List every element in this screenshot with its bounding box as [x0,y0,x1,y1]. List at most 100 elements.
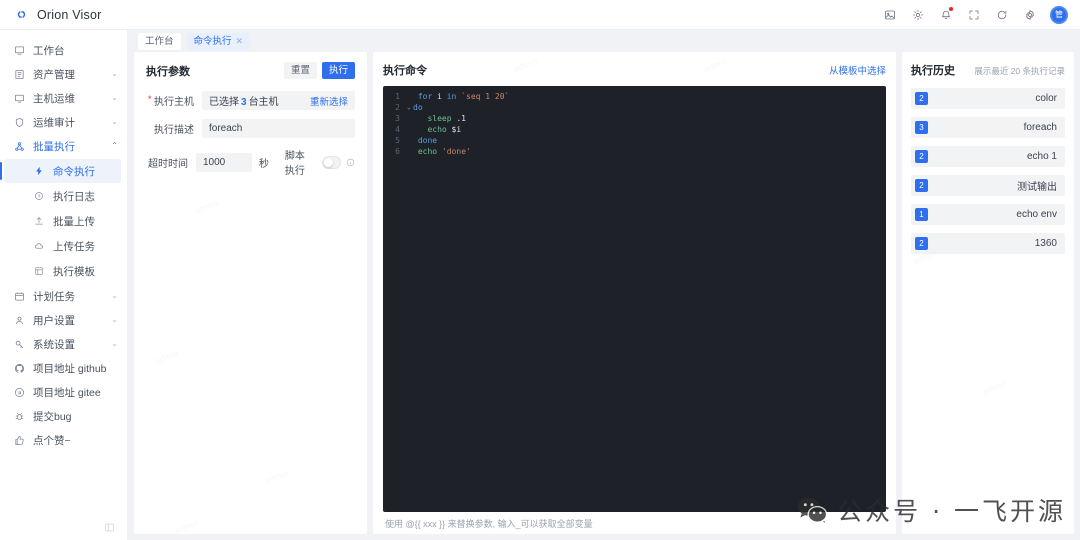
history-count-badge: 2 [915,150,928,163]
host-field-label: * 执行主机 [146,93,202,108]
sidebar-label: 项目地址 gitee [33,385,118,400]
watermark-text: admin [153,348,179,366]
sidebar-item-gitee[interactable]: 项目地址 gitee [0,380,127,404]
line-number: 4 [383,124,405,135]
user-icon [13,315,25,326]
info-icon[interactable] [346,158,355,167]
sidebar-item-report-bug[interactable]: 提交bug [0,404,127,428]
notification-badge [949,7,953,11]
history-item[interactable]: 2 测试输出 [911,175,1065,196]
header-icon-group: 管 [876,0,1080,30]
brightness-icon[interactable] [904,0,932,30]
bell-icon[interactable] [932,0,960,30]
code-token: i [432,92,446,101]
host-select[interactable]: 已选择3台主机 重新选择 [202,91,355,110]
history-item[interactable]: 2 1360 [911,233,1065,254]
sidebar-item-batch-upload[interactable]: 批量上传 [4,209,121,233]
select-template-link[interactable]: 从模板中选择 [829,63,886,77]
close-icon[interactable]: ✕ [236,35,244,48]
sidebar-label: 执行日志 [53,189,95,204]
sidebar-item-asset[interactable]: 资产管理 ⌄ [0,62,127,86]
sidebar-item-audit[interactable]: 运维审计 ⌄ [0,110,127,134]
sidebar-item-exec-log[interactable]: 执行日志 [4,184,121,208]
code-line: 2⌄do [383,102,886,113]
sidebar-item-user-settings[interactable]: 用户设置 ⌄ [0,308,127,332]
sidebar-item-exec-template[interactable]: 执行模板 [4,259,121,283]
tab-workbench[interactable]: 工作台 [138,33,181,50]
upload-icon [33,216,45,226]
image-icon[interactable] [876,0,904,30]
history-item[interactable]: 3foreach [911,117,1065,138]
description-input[interactable]: foreach [202,119,355,138]
tab-bar: 工作台 命令执行 ✕ [128,30,1080,52]
toggle-knob [324,158,333,167]
code-token: $i [447,125,461,134]
line-number: 2 [383,102,405,113]
code-line: 4 echo $i [383,124,886,135]
tab-command-exec[interactable]: 命令执行 ✕ [187,33,251,50]
host-field-control: 已选择3台主机 重新选择 [202,91,355,110]
history-item[interactable]: 2color [911,88,1065,109]
history-count-badge: 2 [915,179,928,192]
avatar[interactable]: 管 [1050,6,1068,24]
sidebar-item-system-settings[interactable]: 系统设置 ⌄ [0,332,127,356]
host-reselect-link[interactable]: 重新选择 [310,94,348,108]
refresh-icon[interactable] [988,0,1016,30]
history-item-label: echo 1 [1027,151,1057,162]
code-line: 1 for i in `seq 1 20` [383,91,886,102]
gear-icon[interactable] [1016,0,1044,30]
sidebar-label: 资产管理 [33,67,103,82]
history-item-label: echo env [1016,209,1057,220]
watermark-text: admin [193,198,219,216]
history-item-label: 测试输出 [1017,178,1057,193]
code-lines: 1 for i in `seq 1 20`2⌄do3 sleep .14 ech… [383,91,886,157]
sidebar-item-host-ops[interactable]: 主机运维 ⌄ [0,86,127,110]
required-marker: * [148,94,152,104]
top-bar: Orion Visor [0,0,1080,30]
host-field-row: * 执行主机 已选择3台主机 重新选择 [146,91,355,110]
thumbs-up-icon [13,435,25,446]
fullscreen-icon[interactable] [960,0,988,30]
watermark-text: admin [173,518,199,536]
sidebar-item-workbench[interactable]: 工作台 [0,38,127,62]
sidebar-item-command-exec[interactable]: 命令执行 [4,159,121,183]
sidebar-label: 工作台 [33,43,118,58]
code-token: for [418,92,432,101]
sidebar-label: 运维审计 [33,115,103,130]
chevron-down-icon: ⌄ [111,94,118,102]
sidebar-label: 命令执行 [53,164,95,179]
line-number: 5 [383,135,405,146]
sidebar-item-github[interactable]: 项目地址 github [0,356,127,380]
history-item-label: color [1035,93,1057,104]
sidebar-item-upload-task[interactable]: 上传任务 [4,234,121,258]
sidebar-item-batch-exec[interactable]: 批量执行 ⌃ [0,134,127,158]
code-editor[interactable]: 1 for i in `seq 1 20`2⌄do3 sleep .14 ech… [383,86,886,512]
sidebar-label: 项目地址 github [33,361,118,376]
app-brand: Orion Visor [0,6,128,23]
command-title: 执行命令 [383,62,427,78]
sidebar-item-schedule[interactable]: 计划任务 ⌄ [0,284,127,308]
fold-toggle-icon[interactable]: ⌄ [405,102,413,113]
history-item[interactable]: 1echo env [911,204,1065,225]
code-token: .1 [452,114,466,123]
host-select-value: 已选择3台主机 [209,93,279,108]
sidebar-label: 提交bug [33,409,118,424]
sidebar-label: 主机运维 [33,91,103,106]
chevron-up-icon: ⌃ [111,142,118,150]
script-exec-toggle[interactable] [322,156,341,169]
sidebar-label: 执行模板 [53,264,95,279]
sidebar-label: 用户设置 [33,313,103,328]
sidebar-label: 上传任务 [53,239,95,254]
history-header: 执行历史 展示最近 20 条执行记录 [911,62,1065,78]
history-item[interactable]: 2 echo 1 [911,146,1065,167]
sidebar-item-like[interactable]: 点个赞~ [0,428,127,452]
sidebar-collapse-button[interactable] [0,518,127,540]
system-icon [13,339,25,350]
code-text: echo $i [413,124,461,135]
reset-button[interactable]: 重置 [284,62,317,79]
run-button[interactable]: 执行 [322,62,355,79]
history-count-badge: 2 [915,237,928,250]
github-icon [13,363,25,374]
history-item-label: 1360 [1035,238,1057,249]
timeout-input[interactable]: 1000 [196,153,252,172]
